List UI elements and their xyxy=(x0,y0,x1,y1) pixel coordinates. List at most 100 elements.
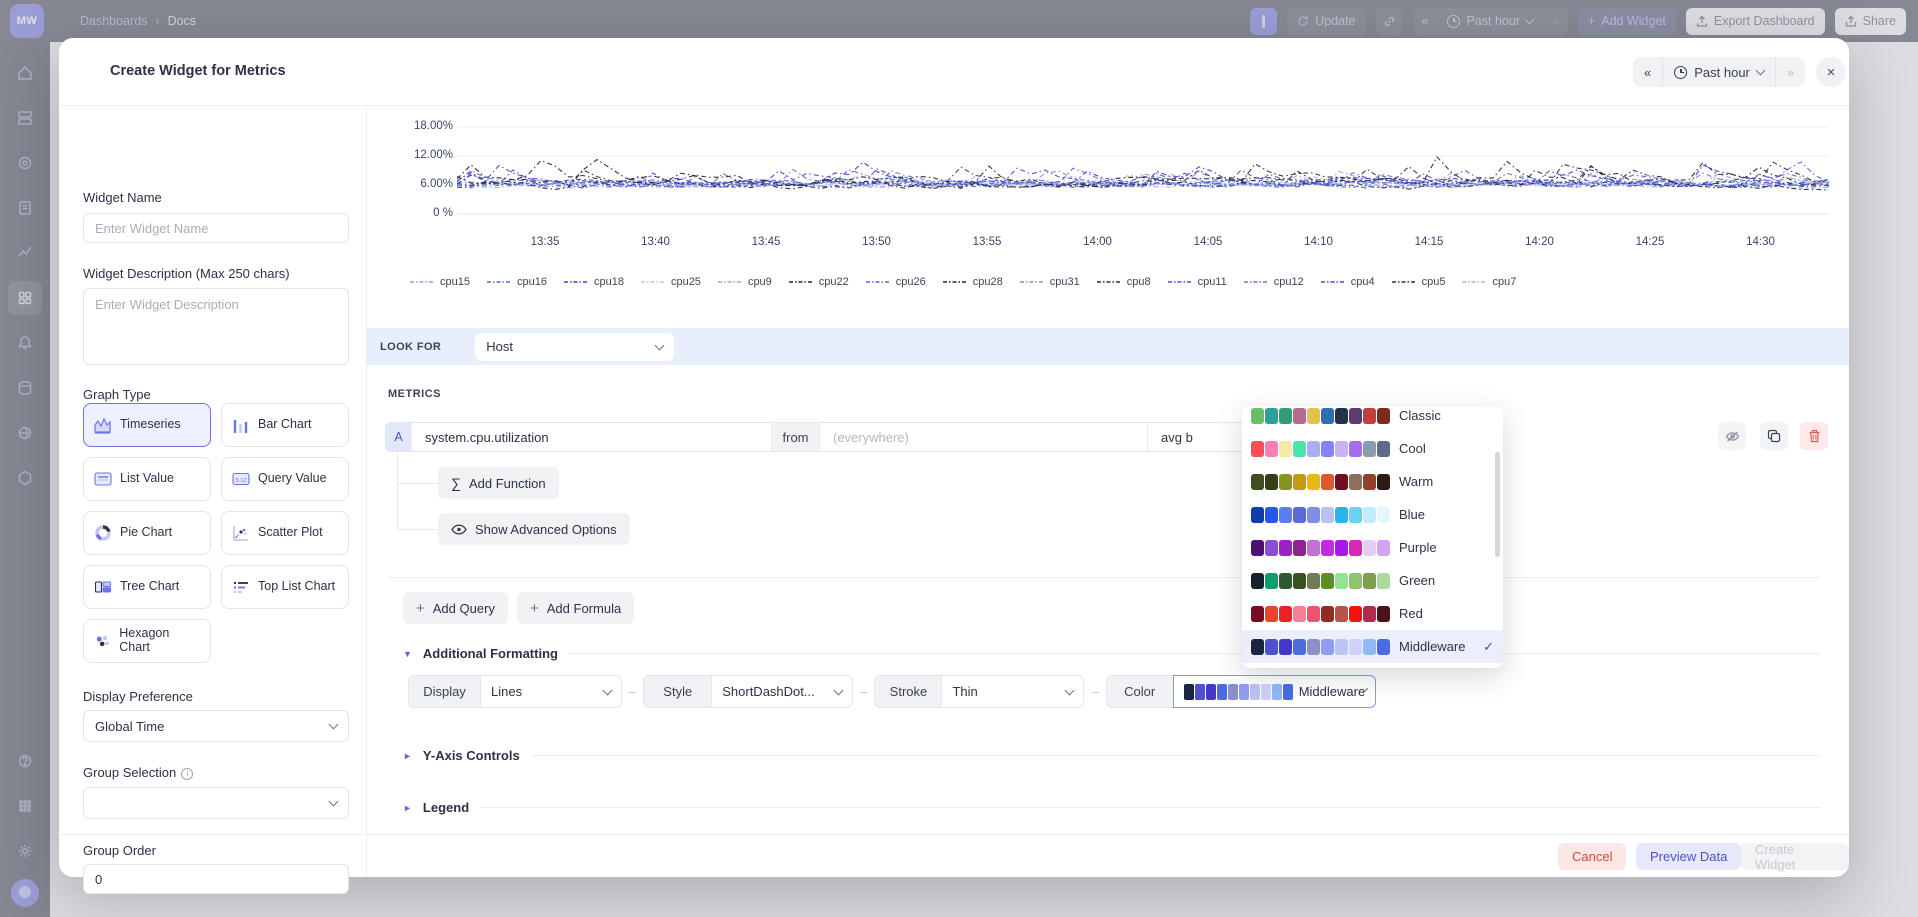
preview-data-button[interactable]: Preview Data xyxy=(1636,843,1741,870)
filter-input[interactable]: (everywhere) xyxy=(820,423,1148,451)
legend-label: cpu12 xyxy=(1274,276,1304,288)
graph-type-query-value[interactable]: 5.12Query Value xyxy=(221,457,349,501)
color-select[interactable]: Middleware xyxy=(1173,675,1376,708)
color-swatch xyxy=(1307,441,1320,457)
graph-type-grid: TimeseriesBar ChartList Value5.12Query V… xyxy=(83,403,349,663)
legend-item-cpu12[interactable]: cpu12 xyxy=(1244,276,1304,288)
palette-option-cool[interactable]: Cool xyxy=(1242,432,1503,465)
palette-option-purple[interactable]: Purple xyxy=(1242,531,1503,564)
duplicate-query-button[interactable] xyxy=(1760,422,1788,450)
hide-query-button[interactable] xyxy=(1718,422,1746,450)
look-for-row: LOOK FOR Host xyxy=(367,328,1849,365)
stroke-select[interactable]: Thin xyxy=(941,675,1084,708)
color-swatch xyxy=(1251,408,1264,424)
add-function-button[interactable]: ∑ Add Function xyxy=(438,467,559,499)
graph-type-hexagon-chart[interactable]: Hexagon Chart xyxy=(83,619,211,663)
legend-line-icon xyxy=(1097,279,1121,285)
color-swatch xyxy=(1349,540,1362,556)
x-axis-tick: 13:55 xyxy=(962,236,1012,248)
widget-description-label: Widget Description (Max 250 chars) xyxy=(83,266,290,281)
display-preference-select[interactable]: Global Time xyxy=(83,710,349,742)
display-select[interactable]: Lines xyxy=(480,675,622,708)
modal-time-back-button[interactable]: « xyxy=(1633,57,1663,87)
palette-name: Green xyxy=(1399,573,1435,588)
graph-type-pie-chart[interactable]: Pie Chart xyxy=(83,511,211,555)
modal-close-button[interactable]: × xyxy=(1816,57,1846,87)
color-swatch xyxy=(1321,507,1334,523)
color-swatch xyxy=(1293,507,1306,523)
color-swatch xyxy=(1265,639,1278,655)
legend-item-cpu22[interactable]: cpu22 xyxy=(789,276,849,288)
graph-type-top-list-chart[interactable]: Top List Chart xyxy=(221,565,349,609)
palette-name: Classic xyxy=(1399,408,1441,423)
metric-name-select[interactable]: system.cpu.utilization xyxy=(412,423,772,451)
color-swatch xyxy=(1251,474,1264,490)
delete-query-button[interactable] xyxy=(1800,422,1828,450)
color-swatch xyxy=(1195,684,1205,700)
style-select[interactable]: ShortDashDot... xyxy=(711,675,853,708)
popup-scrollbar[interactable] xyxy=(1495,452,1500,557)
graph-type-timeseries[interactable]: Timeseries xyxy=(83,403,211,447)
legend-item-cpu26[interactable]: cpu26 xyxy=(866,276,926,288)
graph-type-list-value[interactable]: List Value xyxy=(83,457,211,501)
caret-right-icon: ► xyxy=(403,751,412,761)
modal-time-range-button[interactable]: Past hour xyxy=(1663,57,1776,87)
create-widget-button[interactable]: Create Widget xyxy=(1741,843,1849,870)
palette-option-middleware[interactable]: Middleware✓ xyxy=(1242,630,1503,663)
legend-item-cpu31[interactable]: cpu31 xyxy=(1020,276,1080,288)
modal-time-range-label: Past hour xyxy=(1694,65,1750,80)
widget-description-input[interactable] xyxy=(83,288,349,365)
modal-time-forward-button[interactable]: » xyxy=(1776,57,1805,87)
y-axis-controls-toggle[interactable]: ► Y-Axis Controls xyxy=(403,748,1820,763)
legend-item-cpu4[interactable]: cpu4 xyxy=(1321,276,1375,288)
timeseries-chart[interactable] xyxy=(457,112,1829,224)
palette-option-blue[interactable]: Blue xyxy=(1242,498,1503,531)
palette-option-warm[interactable]: Warm xyxy=(1242,465,1503,498)
color-swatch xyxy=(1349,474,1362,490)
color-swatch xyxy=(1217,684,1227,700)
color-swatch xyxy=(1251,606,1264,622)
modal-footer: Cancel Preview Data Create Widget xyxy=(59,834,1849,877)
y-axis-tick: 0 % xyxy=(391,207,453,219)
color-swatch xyxy=(1363,441,1376,457)
palette-option-classic[interactable]: Classic xyxy=(1242,407,1503,432)
legend-item-cpu25[interactable]: cpu25 xyxy=(641,276,701,288)
palette-option-green[interactable]: Green xyxy=(1242,564,1503,597)
dash-separator: – xyxy=(860,684,867,699)
graph-type-bar-chart[interactable]: Bar Chart xyxy=(221,403,349,447)
show-advanced-options-button[interactable]: Show Advanced Options xyxy=(438,513,630,545)
color-swatch xyxy=(1321,606,1334,622)
legend-item-cpu28[interactable]: cpu28 xyxy=(943,276,1003,288)
formatting-controls: Display Lines – Style ShortDashDot... – … xyxy=(408,675,1376,708)
legend-item-cpu7[interactable]: cpu7 xyxy=(1462,276,1516,288)
palette-option-red[interactable]: Red xyxy=(1242,597,1503,630)
widget-name-input[interactable] xyxy=(83,213,349,243)
legend-item-cpu9[interactable]: cpu9 xyxy=(718,276,772,288)
color-swatch xyxy=(1307,507,1320,523)
legend-item-cpu16[interactable]: cpu16 xyxy=(487,276,547,288)
tree-chart-icon xyxy=(94,578,112,596)
color-swatch xyxy=(1279,573,1292,589)
caret-down-icon: ▼ xyxy=(403,649,412,659)
add-query-button[interactable]: + Add Query xyxy=(403,592,508,624)
legend-item-cpu8[interactable]: cpu8 xyxy=(1097,276,1151,288)
legend-item-cpu18[interactable]: cpu18 xyxy=(564,276,624,288)
cancel-button[interactable]: Cancel xyxy=(1558,843,1626,870)
additional-formatting-toggle[interactable]: ▼ Additional Formatting xyxy=(403,646,1820,661)
group-selection-select[interactable] xyxy=(83,787,349,819)
color-swatch xyxy=(1307,408,1320,424)
color-swatch xyxy=(1377,639,1390,655)
query-tree-line xyxy=(397,452,398,529)
legend-line-icon xyxy=(641,279,665,285)
legend-toggle[interactable]: ► Legend xyxy=(403,800,1820,815)
x-axis-tick: 14:30 xyxy=(1736,236,1786,248)
section-rule xyxy=(531,755,1820,756)
add-formula-button[interactable]: + Add Formula xyxy=(517,592,634,624)
legend-item-cpu5[interactable]: cpu5 xyxy=(1392,276,1446,288)
graph-type-scatter-plot[interactable]: Scatter Plot xyxy=(221,511,349,555)
legend-item-cpu11[interactable]: cpu11 xyxy=(1168,276,1227,288)
look-for-select[interactable]: Host xyxy=(475,333,674,361)
legend-item-cpu15[interactable]: cpu15 xyxy=(410,276,470,288)
color-swatch xyxy=(1335,474,1348,490)
graph-type-tree-chart[interactable]: Tree Chart xyxy=(83,565,211,609)
